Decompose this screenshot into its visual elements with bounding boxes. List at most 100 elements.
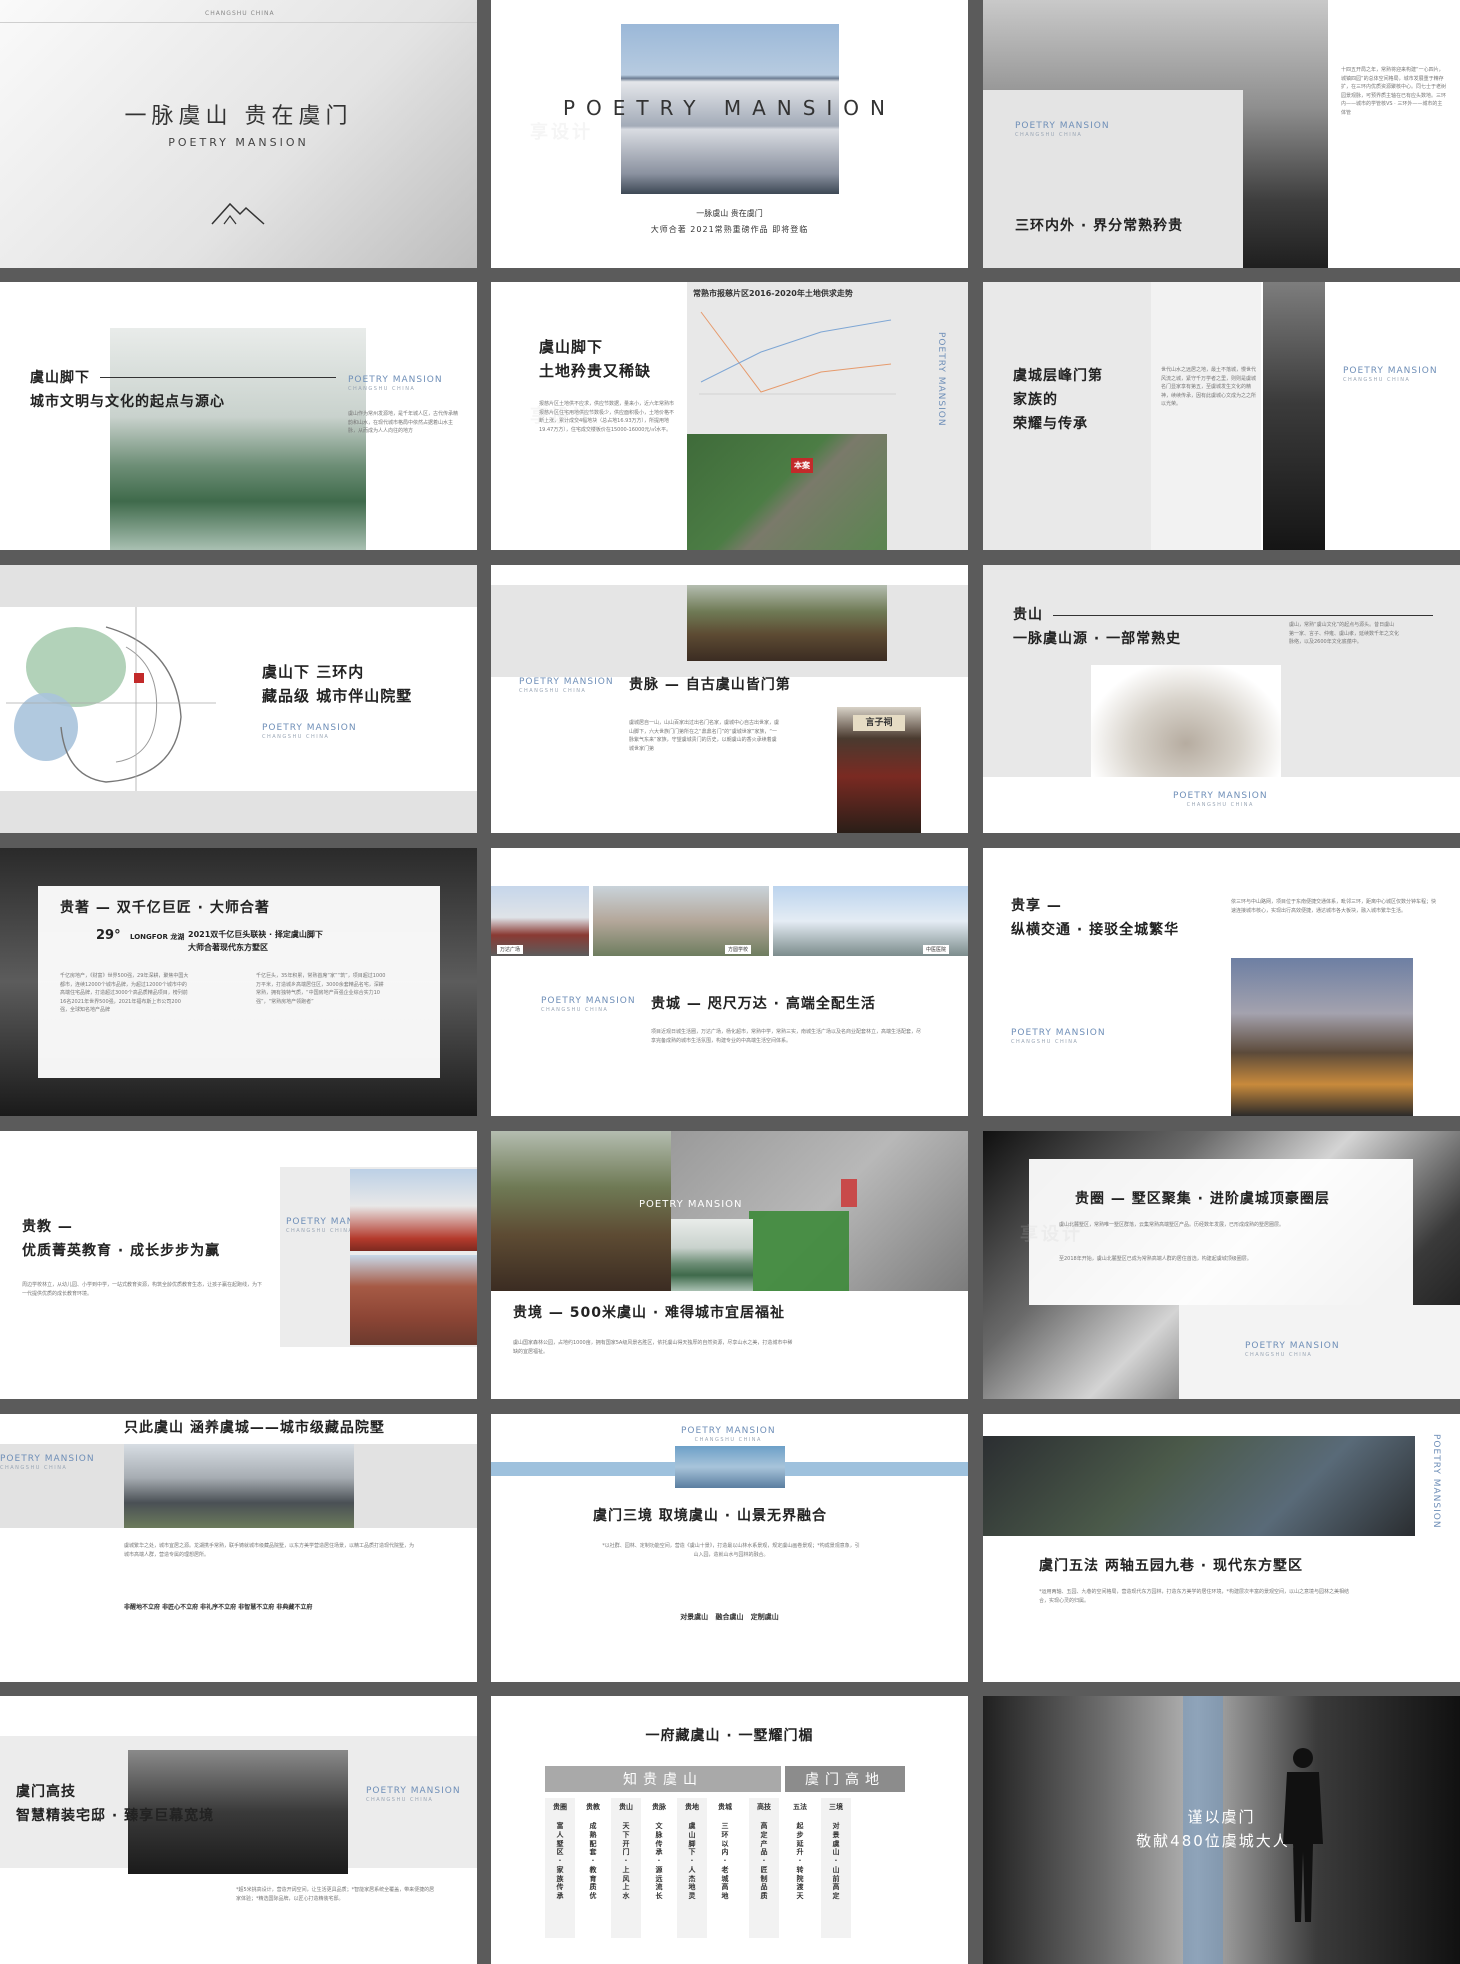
table-column: 贵圈 富人墅区·家族传承	[545, 1798, 575, 1938]
brand-label: POETRY MANSION CHANGSHU CHINA	[1343, 366, 1438, 383]
table-column: 高技 高定产品·匠制品质	[749, 1798, 779, 1938]
slide-three-rings[interactable]: POETRY MANSION CHANGSHU CHINA 三环内外 · 界分常熟…	[983, 0, 1460, 268]
temple-photo	[687, 585, 887, 661]
slide-three-realms[interactable]: POETRY MANSION CHANGSHU CHINA 虞门三境 取境虞山 ·…	[491, 1414, 968, 1682]
slide-value-table[interactable]: 一府藏虞山 · 一墅耀门楣 知贵虞山 虞门高地 贵圈 富人墅区·家族传承 贵教 成熟配…	[491, 1696, 968, 1964]
table-column: 贵教成熟配套·教育质优	[578, 1798, 608, 1938]
column-header: 三境	[829, 1803, 843, 1811]
land-chart	[699, 311, 896, 395]
brand-vertical: POETRY MANSION	[1431, 1434, 1441, 1529]
group-header-1: 知贵虞山	[545, 1766, 781, 1792]
slide-cover[interactable]: CHANGSHU CHINA 一脉虞山 贵在虞门 POETRY MANSION	[0, 0, 477, 268]
villa-gate-photo	[124, 1444, 354, 1528]
column-header: 贵脉	[652, 1803, 666, 1811]
title-line1: 贵享 —	[1011, 898, 1062, 914]
landscape-collage-photo	[983, 1436, 1415, 1536]
title-line1: 贵山	[1013, 607, 1043, 623]
column-value: 富人墅区·家族传承	[556, 1822, 564, 1900]
brand-label: POETRY MANSION CHANGSHU CHINA	[0, 1454, 95, 1471]
site-map-photo	[687, 434, 887, 550]
school-photo	[350, 1169, 477, 1251]
slide-transport[interactable]: 贵享 — 纵横交通 · 接驳全城繁华 依三环与中山路网，项目位于东南便捷交通体系…	[983, 848, 1460, 1116]
table-column: 五法 起步延升·转院渡天	[785, 1798, 815, 1938]
title-line2: 土地矜贵又稀缺	[539, 362, 652, 380]
tag-hospital: 中医医院	[923, 945, 950, 954]
brand-label: POETRY MANSION CHANGSHU CHINA	[681, 1426, 776, 1443]
title-line1: 虞门高技	[16, 1784, 76, 1800]
title-line1: 虞山脚下	[30, 370, 90, 386]
slide-family-glory[interactable]: 虞城层峰门第 家族的 荣耀与传承 世代山水之远居之地，最土不落城，慢世代风流之城…	[983, 282, 1460, 550]
column-header: 高技	[757, 1803, 771, 1811]
slide-villa-collection[interactable]: 只此虞山 涵养虞城——城市级藏品院墅 POETRY MANSION CHANGSH…	[0, 1414, 477, 1682]
table-column: 贵地 虞山脚下·人杰地灵	[677, 1798, 707, 1938]
slide-environment[interactable]: POETRY MANSION 贵境 — 500米虞山 · 难得城市宜居福祉 虞山…	[491, 1131, 968, 1399]
green-zone	[749, 1211, 849, 1291]
body-text: 世代山水之远居之地，最土不落城，慢世代风流之城，紧守千万学者之里，则则是虞城名门…	[1161, 367, 1257, 407]
body-text-2: 至2018年开始，虞山北麓墅区已成为常熟高端人群的居住首选，构建起虞城顶级圈层。	[1059, 1256, 1252, 1262]
brand-label: POETRY MANSION CHANGSHU CHINA	[1015, 121, 1110, 138]
brand-label: POETRY MANSION CHANGSHU CHINA	[1011, 1028, 1106, 1045]
column-value: 天下开门·上风上水	[622, 1822, 630, 1900]
mid-panel	[1151, 282, 1261, 550]
supply-line	[700, 311, 892, 393]
body-text: *运用两轴、五园、九巷的空间格局，营造现代东方园林，打造东方美学的居住环境，*构…	[1039, 1589, 1350, 1604]
top-label: CHANGSHU CHINA	[205, 10, 275, 17]
body-text: 周边学校林立，从幼儿园、小学到中学，一站式教育资源，构筑全龄优质教育生态，让孩子…	[22, 1282, 263, 1297]
white-card	[1029, 1159, 1413, 1305]
slide-noble-mountain[interactable]: 贵山 一脉虞山源 · 一部常熟史 虞山，常熟“虞山文化”的起点与源头。昔日虞山第…	[983, 565, 1460, 833]
table-column: 三境对景虞山·山前高定	[821, 1798, 851, 1938]
brand-label: POETRY MANSION CHANGSHU CHINA	[348, 375, 443, 392]
body-text: 项目近观日城生活圈，万达广场，杨化超市，常熟中学，常熟三实，南城生活广场以及名商…	[651, 1029, 922, 1044]
brand-label: POETRY MANSION CHANGSHU CHINA	[1245, 1341, 1340, 1358]
body-text-1: 虞山北麓墅区，常熟唯一墅区群落，云集常熟高端墅区产品。历经数年发展，已形成成熟的…	[1059, 1222, 1285, 1228]
title-line2: 家族的	[1013, 392, 1058, 408]
developer-desc-1: 2021双千亿巨头联袂 · 择定虞山脚下	[188, 930, 323, 939]
logo-num: 29°	[96, 928, 121, 943]
stone-statue-photo	[1091, 665, 1281, 777]
closing-line1: 谨以虞门	[1187, 1808, 1256, 1826]
slide-villa-circle[interactable]: 贵圈 — 墅区聚集 · 进阶虞城顶豪圈层 虞山北麓墅区，常熟唯一墅区群落，云集常…	[983, 1131, 1460, 1399]
overlay-title: POETRY MANSION	[562, 96, 897, 120]
title-line3: 荣耀与传承	[1013, 416, 1088, 432]
column-value: 三环以内·老城高地	[721, 1822, 729, 1900]
bottom-band	[0, 791, 477, 833]
title-line2: 优质菁英教育 · 成长步步为赢	[22, 1243, 221, 1259]
column-header: 贵城	[718, 1803, 732, 1811]
lake-photo	[671, 1219, 753, 1291]
column-value: 对景虞山·山前高定	[832, 1822, 840, 1900]
slide-lineage[interactable]: POETRY MANSION CHANGSHU CHINA 贵脉 — 自古虞山皆门…	[491, 565, 968, 833]
body-text: 依三环与中山路网，项目位于东南便捷交通体系，毗邻三环，距离中心城区仅数分钟车程；…	[1231, 899, 1437, 914]
developer-desc-2: 大师合著现代东方墅区	[188, 943, 268, 952]
slide-city-life[interactable]: 万达广场 方圆学校 中医医院 POETRY MANSION CHANGSHU CH…	[491, 848, 968, 1116]
overlay-title: POETRY MANSION	[639, 1199, 743, 1210]
slide-title: 三环内外 · 界分常熟矜贵	[1015, 218, 1184, 234]
slide-title: 贵境 — 500米虞山 · 难得城市宜居福祉	[513, 1305, 786, 1321]
developer-col1: 千亿房地产，《财富》世界500强，29年深耕，聚焦中国大都市，连续12000个城…	[60, 973, 189, 1013]
tag-school: 方圆学校	[725, 945, 752, 954]
cover-subtitle: POETRY MANSION	[168, 136, 309, 149]
slide-smart-home[interactable]: 虞门高技 智慧精装宅邸 · 臻享巨幕宽境 POETRY MANSION CHANG…	[0, 1696, 477, 1964]
overpass-photo	[1231, 958, 1413, 1116]
slide-title: 虞门五法 两轴五园九巷 · 现代东方墅区	[1039, 1558, 1303, 1574]
column-value: 成熟配套·教育质优	[589, 1822, 597, 1900]
caption-line2: 大师合著 2021常熟重磅作品 即将登临	[650, 225, 809, 234]
column-value: 虞山脚下·人杰地灵	[688, 1822, 696, 1900]
brand-label: POETRY MANSION CHANGSHU CHINA	[1173, 791, 1268, 808]
cover-title: 一脉虞山 贵在虞门	[124, 104, 353, 129]
brand-label: POETRY MANSION CHANGSHU CHINA	[262, 723, 357, 740]
body-text: 虞山，常熟“虞山文化”的起点与源头。昔日虞山第一家、言子、仲雍、虞山孝，延续数千…	[1289, 622, 1400, 645]
slide-five-methods[interactable]: POETRY MANSION 虞门五法 两轴五园九巷 · 现代东方墅区 *运用两…	[983, 1414, 1460, 1682]
body-text: *超5米挑高设计，营造开阔空间，让生活更具品质；*智能家居系统全覆盖，带来便捷的…	[236, 1887, 435, 1902]
slide-location-map[interactable]: 虞山下 三环内 藏品级 城市伴山院墅 POETRY MANSION CHANGSH…	[0, 565, 477, 833]
column-header: 贵教	[586, 1803, 600, 1811]
column-value: 文脉传承·源远流长	[655, 1822, 663, 1900]
slide-closing[interactable]: 谨以虞门 敬献480位虞城大人物	[983, 1696, 1460, 1964]
slide-title: 贵圈 — 墅区聚集 · 进阶虞城顶豪圈层	[1075, 1191, 1330, 1207]
slide-education[interactable]: 贵教 — 优质菁英教育 · 成长步步为赢 周边学校林立，从幼儿园、小学到中学，一…	[0, 1131, 477, 1399]
body-text: 虞山国家森林公园，占地约1000亩，拥有国家5A级风景名胜区，依托虞山得天独厚的…	[513, 1340, 793, 1355]
slide-mountain-foot[interactable]: 虞山脚下 城市文明与文化的起点与源心 POETRY MANSION CHANGSH…	[0, 282, 477, 550]
site-pin: 本案	[791, 458, 813, 473]
brand-label: POETRY MANSION CHANGSHU CHINA	[541, 996, 636, 1013]
misty-mountain-photo	[110, 328, 366, 550]
slide-developer[interactable]: 贵著 — 双千亿巨匠 · 大师合著 29° LONGFOR 龙湖 2021双千亿…	[0, 848, 477, 1116]
